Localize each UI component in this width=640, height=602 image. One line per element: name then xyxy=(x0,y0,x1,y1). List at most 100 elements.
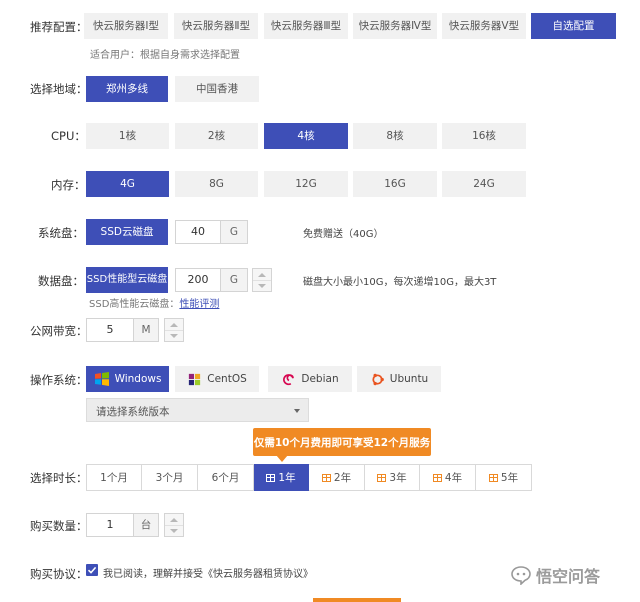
system-disk-size-input[interactable]: 40 xyxy=(175,220,221,244)
cpu-label: CPU： xyxy=(51,129,86,143)
centos-logo-icon xyxy=(189,373,201,385)
cpu-option-16[interactable]: 16核 xyxy=(442,123,526,149)
system-disk-label: 系统盘： xyxy=(38,226,84,240)
gift-icon xyxy=(488,473,498,482)
stepper-down-icon[interactable] xyxy=(165,330,183,341)
quantity-label: 购买数量： xyxy=(30,519,88,533)
duration-option-label: 3个月 xyxy=(155,472,184,484)
cpu-option-8[interactable]: 8核 xyxy=(353,123,437,149)
data-disk-stepper[interactable] xyxy=(252,268,272,292)
system-disk-type-button[interactable]: SSD云磁盘 xyxy=(86,219,168,245)
checkmark-icon xyxy=(87,566,97,574)
stepper-down-icon[interactable] xyxy=(165,525,183,536)
preset-label: 推荐配置： xyxy=(30,20,88,34)
memory-option-16g[interactable]: 16G xyxy=(353,171,437,197)
cpu-option-2[interactable]: 2核 xyxy=(175,123,258,149)
agreement-checkbox[interactable] xyxy=(86,564,98,576)
preset-hint: 适合用户：根据自身需求选择配置 xyxy=(90,50,240,61)
duration-option-3-months[interactable]: 3个月 xyxy=(142,464,198,491)
promo-banner: 仅需10个月费用即可享受12个月服务 xyxy=(253,428,431,456)
duration-option-label: 1年 xyxy=(278,472,296,484)
submit-bar-edge xyxy=(313,598,401,602)
gift-icon xyxy=(377,473,387,482)
os-option-label: Debian xyxy=(301,373,339,385)
preset-option-custom[interactable]: 自选配置 xyxy=(531,13,616,39)
duration-option-label: 1个月 xyxy=(100,472,128,484)
region-label: 选择地域： xyxy=(30,82,88,96)
duration-option-4-years[interactable]: 4年 xyxy=(420,464,476,491)
cpu-option-1[interactable]: 1核 xyxy=(86,123,169,149)
region-option-hongkong[interactable]: 中国香港 xyxy=(175,76,259,102)
stepper-up-icon[interactable] xyxy=(253,269,271,280)
quantity-stepper[interactable] xyxy=(164,513,184,537)
agreement-label: 购买协议： xyxy=(30,567,88,581)
duration-option-label: 5年 xyxy=(500,472,519,484)
chevron-down-icon xyxy=(294,409,300,413)
duration-option-3-years[interactable]: 3年 xyxy=(365,464,420,491)
cpu-option-4[interactable]: 4核 xyxy=(264,123,348,149)
os-option-label: Windows xyxy=(114,373,162,385)
stepper-up-icon[interactable] xyxy=(165,319,183,330)
bandwidth-unit: M xyxy=(134,318,159,342)
data-disk-label: 数据盘： xyxy=(38,274,84,288)
promo-text: 仅需10个月费用即可享受12个月服务 xyxy=(253,437,431,449)
data-disk-unit: G xyxy=(221,268,248,292)
gift-icon xyxy=(321,473,331,482)
os-version-placeholder: 请选择系统版本 xyxy=(96,406,170,418)
preset-option-1[interactable]: 快云服务器Ⅰ型 xyxy=(84,13,168,39)
duration-option-label: 2年 xyxy=(333,472,352,484)
memory-option-8g[interactable]: 8G xyxy=(175,171,258,197)
watermark: 悟空问答 xyxy=(510,563,600,587)
duration-option-label: 6个月 xyxy=(211,472,240,484)
data-disk-type-button[interactable]: SSD性能型云磁盘 xyxy=(86,267,168,293)
memory-option-12g[interactable]: 12G xyxy=(264,171,348,197)
os-option-ubuntu[interactable]: Ubuntu xyxy=(357,366,441,392)
duration-option-label: 4年 xyxy=(444,472,463,484)
ubuntu-logo-icon xyxy=(372,373,384,385)
os-version-select[interactable]: 请选择系统版本 xyxy=(86,398,309,422)
system-disk-unit: G xyxy=(221,220,248,244)
os-option-windows[interactable]: Windows xyxy=(86,366,169,392)
bandwidth-input[interactable]: 5 xyxy=(86,318,134,342)
quantity-unit: 台 xyxy=(134,513,159,537)
duration-option-6-months[interactable]: 6个月 xyxy=(198,464,254,491)
promo-pointer xyxy=(276,455,288,462)
preset-option-3[interactable]: 快云服务器Ⅲ型 xyxy=(264,13,348,39)
duration-label: 选择时长： xyxy=(30,471,88,485)
gift-icon xyxy=(266,473,276,482)
memory-option-24g[interactable]: 24G xyxy=(442,171,526,197)
windows-logo-icon xyxy=(94,372,109,386)
quantity-input[interactable]: 1 xyxy=(86,513,134,537)
performance-review-link[interactable]: 性能评测 xyxy=(179,299,219,310)
duration-option-1-month[interactable]: 1个月 xyxy=(86,464,142,491)
data-disk-hint-text: SSD高性能云磁盘： xyxy=(89,299,180,310)
os-option-debian[interactable]: Debian xyxy=(268,366,352,392)
duration-option-label: 3年 xyxy=(389,472,407,484)
preset-option-4[interactable]: 快云服务器Ⅳ型 xyxy=(353,13,437,39)
os-option-label: CentOS xyxy=(207,373,247,385)
stepper-up-icon[interactable] xyxy=(165,514,183,525)
stepper-down-icon[interactable] xyxy=(253,280,271,291)
system-disk-note: 免费赠送（40G） xyxy=(303,229,384,240)
duration-option-1-year[interactable]: 1年 xyxy=(254,464,309,491)
bandwidth-stepper[interactable] xyxy=(164,318,184,342)
watermark-text: 悟空问答 xyxy=(536,567,601,586)
speech-bubble-icon xyxy=(511,566,531,585)
agreement-text[interactable]: 我已阅读，理解并接受《快云服务器租赁协议》 xyxy=(103,565,313,580)
memory-label: 内存： xyxy=(51,178,86,192)
debian-logo-icon xyxy=(283,373,295,385)
data-disk-hint: SSD高性能云磁盘：性能评测 xyxy=(89,295,219,310)
os-option-centos[interactable]: CentOS xyxy=(175,366,259,392)
duration-option-5-years[interactable]: 5年 xyxy=(476,464,532,491)
data-disk-note: 磁盘大小最小10G，每次递增10G，最大3T xyxy=(303,277,497,288)
os-option-label: Ubuntu xyxy=(389,373,429,385)
duration-option-2-years[interactable]: 2年 xyxy=(309,464,365,491)
os-label: 操作系统： xyxy=(30,373,88,387)
region-option-zhengzhou[interactable]: 郑州多线 xyxy=(86,76,168,102)
preset-option-2[interactable]: 快云服务器Ⅱ型 xyxy=(174,13,258,39)
memory-option-4g[interactable]: 4G xyxy=(86,171,169,197)
preset-option-5[interactable]: 快云服务器Ⅴ型 xyxy=(442,13,526,39)
gift-icon xyxy=(432,473,442,482)
data-disk-size-input[interactable]: 200 xyxy=(175,268,221,292)
bandwidth-label: 公网带宽： xyxy=(30,324,88,338)
